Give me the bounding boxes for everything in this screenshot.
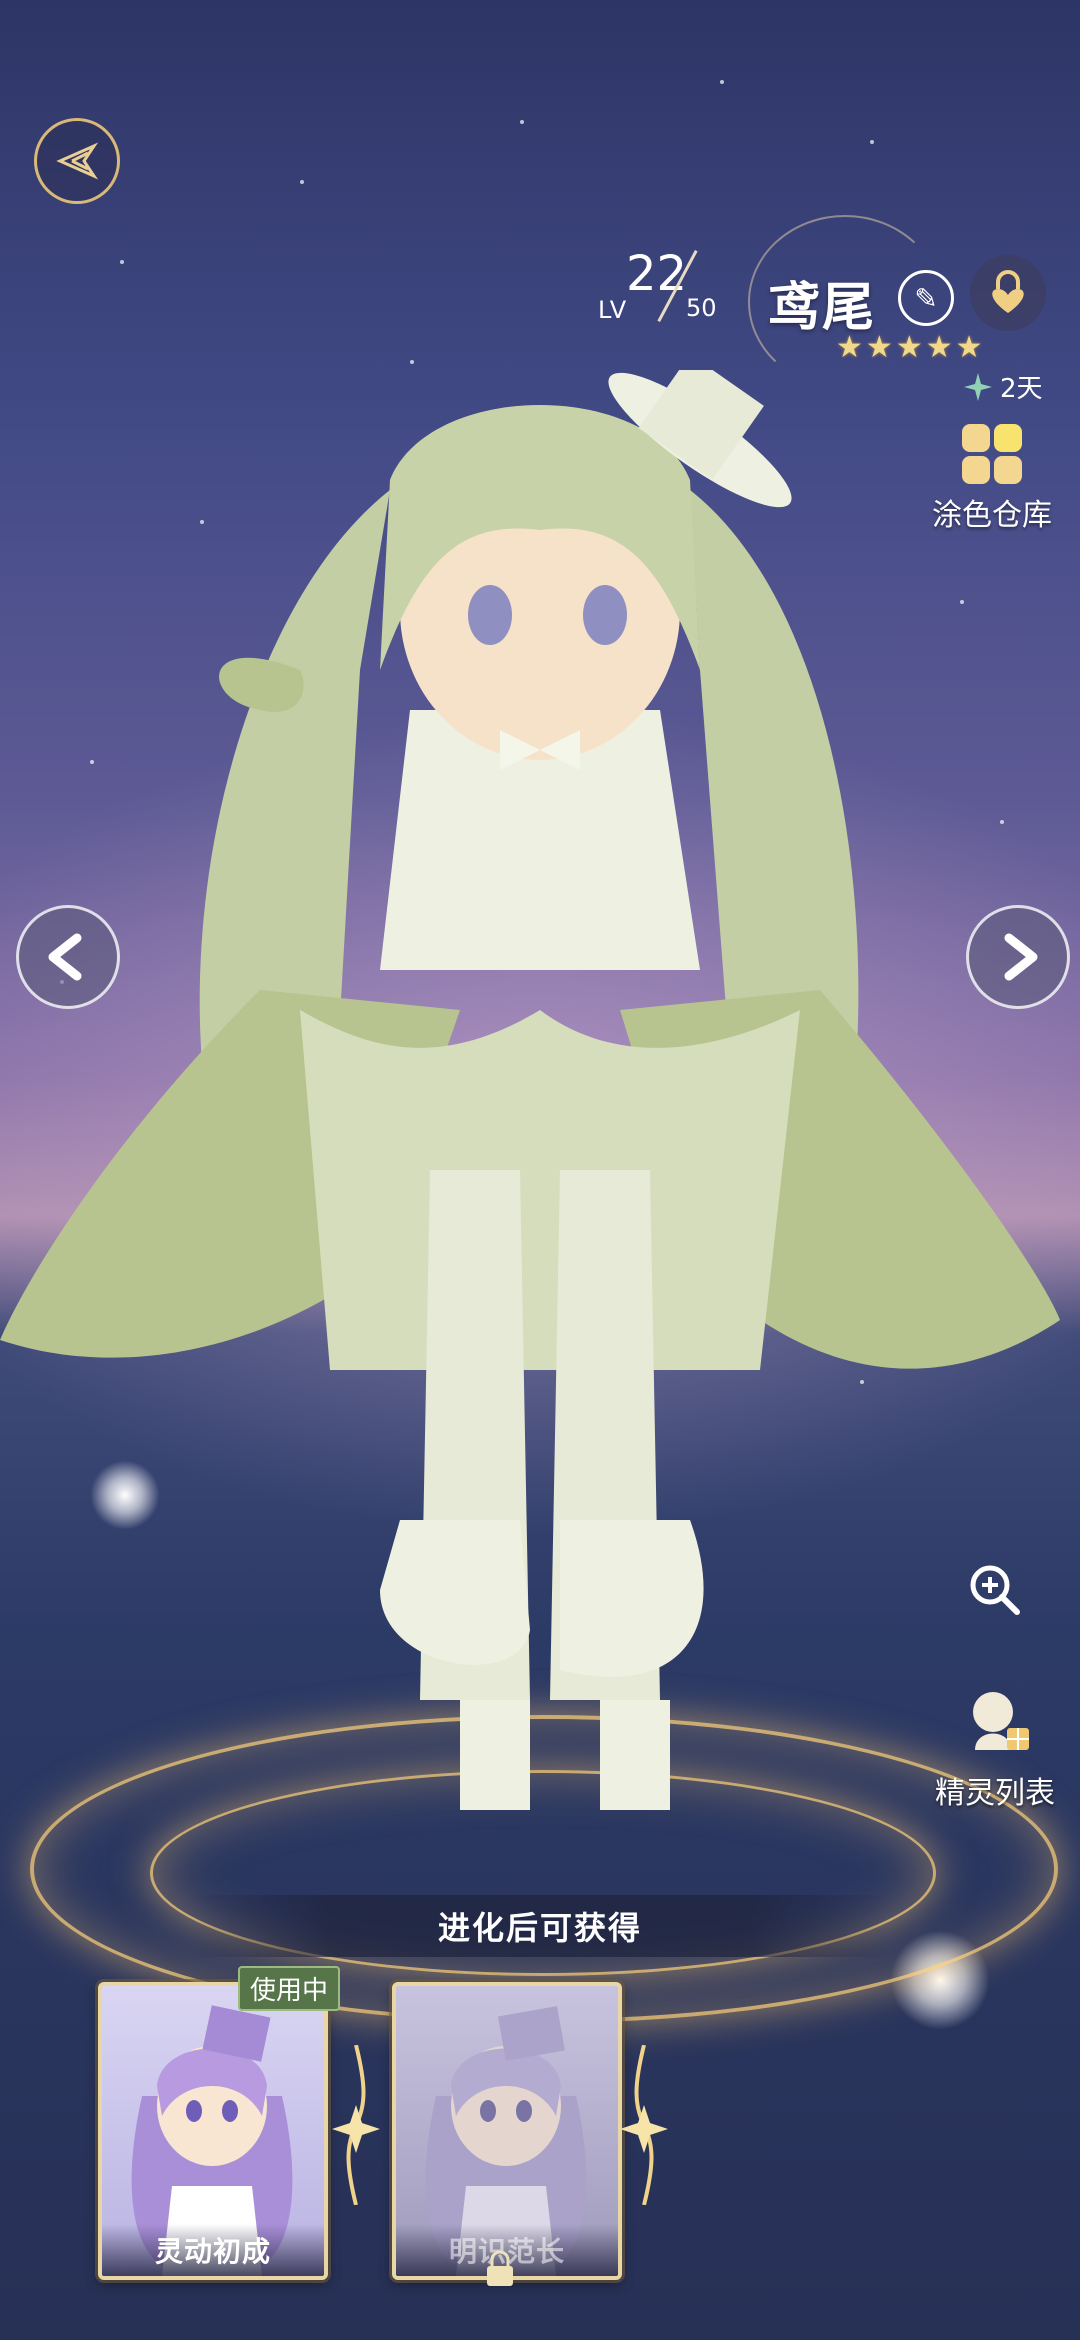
- level-label: LV: [598, 296, 628, 324]
- form-card-1[interactable]: 灵动初成: [98, 1982, 328, 2280]
- rename-button[interactable]: ✎: [898, 270, 954, 326]
- warehouse-label: 涂色仓库: [932, 498, 1052, 533]
- spirit-list-icon: [973, 1692, 1029, 1750]
- current-level: 22: [626, 246, 688, 302]
- clover-icon: [964, 372, 992, 401]
- chevron-right-icon: [1004, 933, 1038, 981]
- star-rating: ★ ★ ★ ★ ★: [836, 330, 983, 365]
- heart-lock-icon: [992, 270, 1024, 313]
- spirit-list-button[interactable]: 精灵列表: [920, 1680, 1070, 1812]
- favorite-lock-button[interactable]: [970, 255, 1046, 331]
- warehouse-button[interactable]: 涂色仓库: [922, 424, 1062, 534]
- lock-icon: [487, 2250, 513, 2286]
- zoom-in-icon: [970, 1565, 1020, 1615]
- sparkle-deco-icon: [332, 2045, 380, 2205]
- character-name: 鸢尾: [768, 278, 877, 338]
- next-character-button[interactable]: [966, 905, 1070, 1009]
- form-card-2[interactable]: 明识范长: [392, 1982, 622, 2280]
- evolution-banner: 进化后可获得: [190, 1895, 890, 1957]
- duration-indicator: 2天: [962, 368, 1043, 405]
- form-name: 灵动初成: [102, 2224, 324, 2276]
- star-icon: ★: [895, 330, 923, 365]
- star-icon: ★: [955, 330, 983, 365]
- duration-text: 2天: [1000, 374, 1043, 404]
- max-level: 50: [686, 294, 717, 322]
- back-button[interactable]: [34, 118, 120, 204]
- spirit-list-label: 精灵列表: [935, 1776, 1055, 1811]
- chevron-left-icon: [48, 933, 82, 981]
- prev-character-button[interactable]: [16, 905, 120, 1009]
- zoom-button[interactable]: [960, 1555, 1030, 1625]
- in-use-badge: 使用中: [238, 1966, 341, 2011]
- star-icon: ★: [925, 330, 953, 365]
- winged-back-icon: [56, 142, 99, 180]
- star-icon: ★: [865, 330, 893, 365]
- level-display: LV 22 50: [598, 246, 743, 336]
- sparkle-deco-icon: [620, 2045, 668, 2205]
- edit-icon: ✎: [914, 281, 938, 315]
- palette-grid-icon: [962, 424, 1022, 484]
- character-model: [0, 370, 1060, 1810]
- star-icon: ★: [836, 330, 863, 365]
